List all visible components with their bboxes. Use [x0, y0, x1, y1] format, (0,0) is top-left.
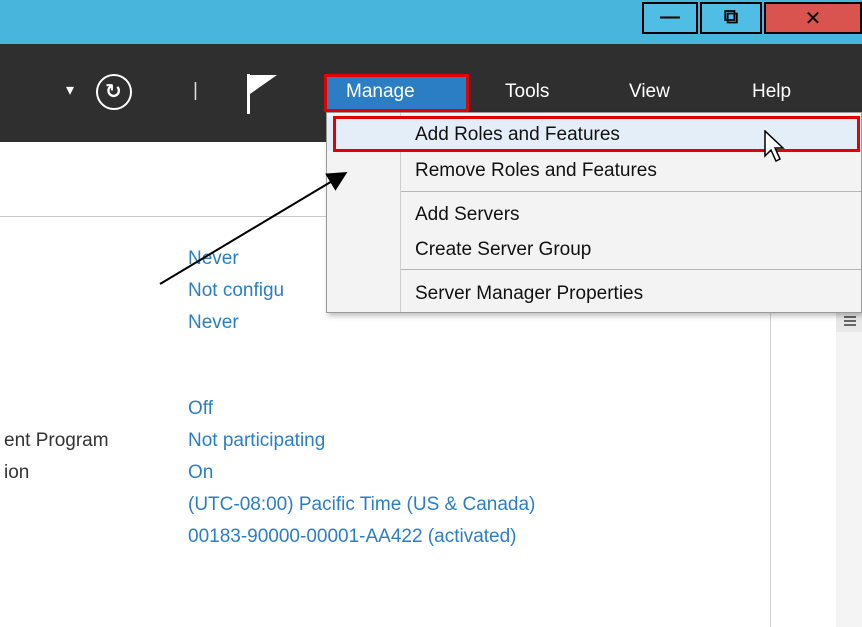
mouse-cursor-icon	[764, 130, 785, 163]
annotation-arrow	[159, 171, 348, 285]
